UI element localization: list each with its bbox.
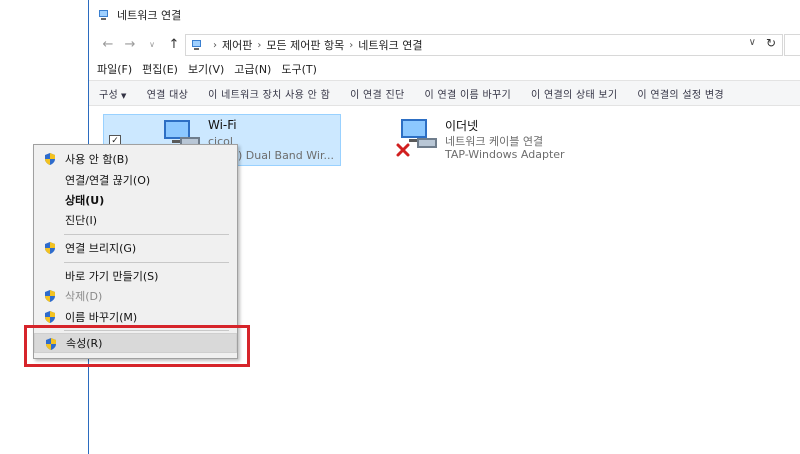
menu-item-status[interactable]: 상태(U) <box>34 190 237 210</box>
connection-name: Wi-Fi <box>208 118 237 132</box>
menu-tools[interactable]: 도구(T) <box>281 61 317 77</box>
uac-shield-icon <box>45 242 55 254</box>
search-box[interactable] <box>784 34 800 56</box>
menu-item-delete: 삭제(D) <box>34 286 237 306</box>
chevron-down-icon: ▼ <box>121 91 127 100</box>
menu-file[interactable]: 파일(F) <box>97 61 132 77</box>
connection-name: 이더넷 <box>445 119 479 133</box>
connection-status: 네트워크 케이블 연결 <box>445 135 544 148</box>
annotation-highlight-box <box>24 325 250 367</box>
breadcrumb-network-connections[interactable]: 네트워크 연결 <box>358 37 422 53</box>
menu-separator <box>64 262 229 263</box>
window-title: 네트워크 연결 <box>117 9 182 22</box>
menu-item-label: 연결/연결 끊기(O) <box>65 174 151 187</box>
breadcrumb-all-items[interactable]: 모든 제어판 항목 <box>266 37 344 53</box>
network-connections-icon <box>99 10 108 20</box>
back-button[interactable]: ← <box>97 37 119 52</box>
breadcrumb-separator: › <box>213 39 217 51</box>
diagnose-button[interactable]: 이 연결 진단 <box>340 86 414 101</box>
title-bar: 네트워크 연결 <box>89 0 800 30</box>
menu-item-disable[interactable]: 사용 안 함(B) <box>34 149 237 169</box>
up-button[interactable]: ↑ <box>163 37 185 52</box>
menu-item-connect-disconnect[interactable]: 연결/연결 끊기(O) <box>34 170 237 190</box>
change-settings-button[interactable]: 이 연결의 설정 변경 <box>627 86 733 101</box>
connection-item-ethernet[interactable]: 이더넷 네트워크 케이블 연결 TAP-Windows Adapter <box>395 114 595 164</box>
menu-item-label: 진단(I) <box>65 214 98 227</box>
menu-item-create-shortcut[interactable]: 바로 가기 만들기(S) <box>34 266 237 286</box>
menu-bar: 파일(F) 편집(E) 보기(V) 고급(N) 도구(T) <box>89 59 800 79</box>
disable-device-button[interactable]: 이 네트워크 장치 사용 안 함 <box>198 86 340 101</box>
menu-item-bridge[interactable]: 연결 브리지(G) <box>34 238 237 258</box>
address-dropdown-icon[interactable]: ∨ <box>749 37 756 48</box>
uac-shield-icon <box>45 290 55 302</box>
connection-adapter: ) Dual Band Wir... <box>238 149 334 162</box>
uac-shield-icon <box>45 311 55 323</box>
connection-adapter: TAP-Windows Adapter <box>445 148 565 161</box>
menu-view[interactable]: 보기(V) <box>188 61 224 77</box>
forward-button[interactable]: → <box>119 37 141 52</box>
menu-item-diagnose[interactable]: 진단(I) <box>34 210 237 230</box>
disconnected-x-icon <box>396 143 410 157</box>
control-panel-icon <box>192 40 201 50</box>
refresh-icon[interactable]: ↻ <box>766 36 776 50</box>
breadcrumb-control-panel[interactable]: 제어판 <box>222 37 252 53</box>
organize-button[interactable]: 구성 ▼ <box>89 86 137 101</box>
address-bar[interactable]: › 제어판 › 모든 제어판 항목 › 네트워크 연결 ∨ ↻ <box>185 34 783 56</box>
menu-item-label: 바로 가기 만들기(S) <box>65 270 159 283</box>
menu-item-rename[interactable]: 이름 바꾸기(M) <box>34 307 237 327</box>
menu-separator <box>64 234 229 235</box>
menu-advanced[interactable]: 고급(N) <box>234 61 271 77</box>
menu-item-label: 사용 안 함(B) <box>65 153 129 166</box>
view-status-button[interactable]: 이 연결의 상태 보기 <box>521 86 627 101</box>
address-row: ← → ∨ ↑ › 제어판 › 모든 제어판 항목 › 네트워크 연결 ∨ ↻ <box>89 31 800 57</box>
breadcrumb-separator: › <box>349 39 354 51</box>
menu-item-label: 상태(U) <box>65 194 105 207</box>
command-bar: 구성 ▼ 연결 대상 이 네트워크 장치 사용 안 함 이 연결 진단 이 연결 … <box>89 80 800 106</box>
menu-item-label: 삭제(D) <box>65 290 103 303</box>
menu-item-label: 연결 브리지(G) <box>65 242 137 255</box>
breadcrumb-separator: › <box>257 39 262 51</box>
uac-shield-icon <box>45 153 55 165</box>
recent-locations-button[interactable]: ∨ <box>141 40 163 49</box>
connect-to-button[interactable]: 연결 대상 <box>137 86 198 101</box>
menu-edit[interactable]: 편집(E) <box>142 61 178 77</box>
rename-button[interactable]: 이 연결 이름 바꾸기 <box>415 86 521 101</box>
menu-item-label: 이름 바꾸기(M) <box>65 311 138 324</box>
